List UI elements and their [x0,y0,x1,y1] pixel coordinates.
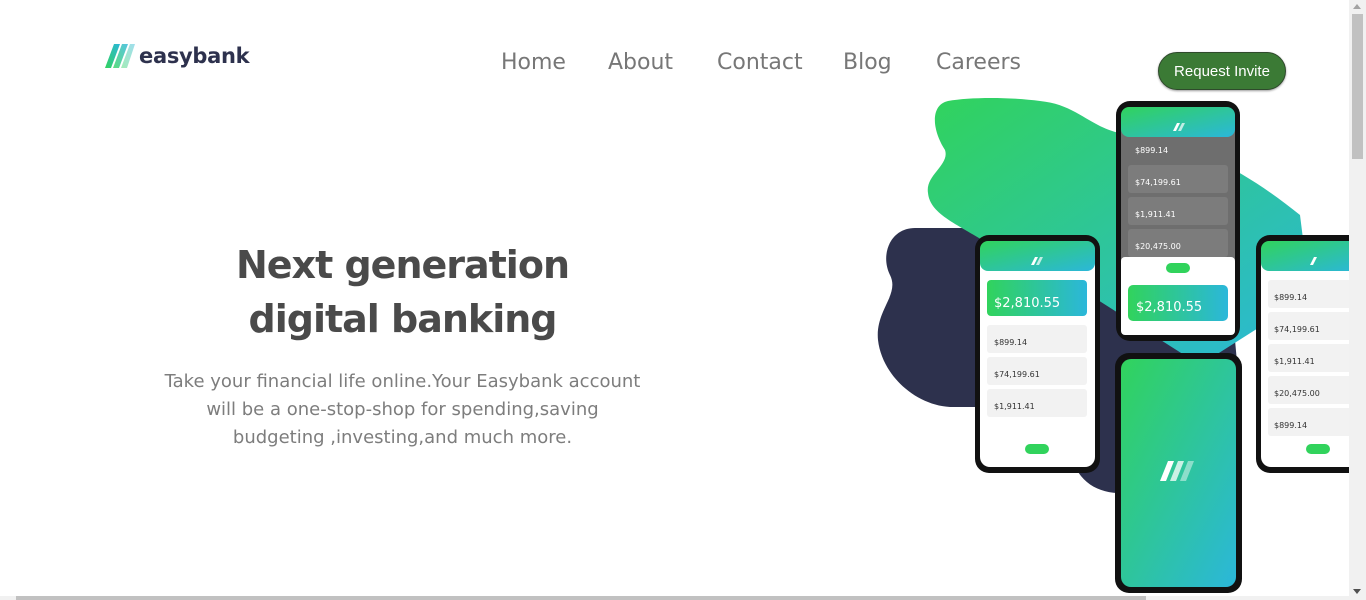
hero-title-line-2: digital banking [248,297,558,341]
svg-text:$2,810.55: $2,810.55 [994,296,1060,311]
nav-link-home[interactable]: Home [501,50,566,75]
phone-left: $2,810.55 $899.14 $74,199.61 $1,911.41 [975,235,1100,473]
svg-text:$1,911.41: $1,911.41 [994,402,1035,411]
nav-link-about[interactable]: About [608,50,673,75]
svg-text:$20,475.00: $20,475.00 [1135,242,1181,251]
nav-link-careers[interactable]: Careers [936,50,1021,75]
svg-text:$899.14: $899.14 [994,338,1027,347]
nav-link-blog[interactable]: Blog [843,50,892,75]
svg-text:$74,199.61: $74,199.61 [1135,178,1181,187]
hero-subtitle: Take your financial life online.Your Eas… [140,368,665,452]
scrollbar-thumb[interactable] [1352,14,1363,159]
svg-text:$2,810.55: $2,810.55 [1136,300,1202,315]
phone-bottom [1115,353,1242,593]
svg-text:$899.14: $899.14 [1274,293,1307,302]
svg-text:$899.14: $899.14 [1274,421,1307,430]
horizontal-scrollbar[interactable] [0,596,1349,600]
hero-subtitle-line-1: Take your financial life online.Your Eas… [164,371,641,392]
hero-subtitle-line-2: will be a one-stop-shop for spending,sav… [206,399,599,420]
svg-text:$1,911.41: $1,911.41 [1135,210,1176,219]
horizontal-scrollbar-thumb[interactable] [16,596,1146,600]
vertical-scrollbar[interactable] [1349,0,1366,600]
svg-text:$1,911.41: $1,911.41 [1274,357,1315,366]
request-invite-button[interactable]: Request Invite [1158,52,1286,90]
scroll-up-arrow-icon[interactable] [1353,4,1361,9]
phone-mockups-illustration: $74,199.61 $1,911.41 $20,475.00 $899.14 … [877,98,1350,593]
svg-text:$899.14: $899.14 [1135,146,1168,155]
hero-subtitle-line-3: budgeting ,investing,and much more. [232,427,573,448]
svg-text:$74,199.61: $74,199.61 [994,370,1040,379]
scroll-down-arrow-icon[interactable] [1353,589,1361,594]
hero-title-line-1: Next generation [235,243,570,287]
phone-right: $899.14 $74,199.61 $1,911.41 $20,475.00 … [1256,235,1350,473]
svg-text:$74,199.61: $74,199.61 [1274,325,1320,334]
hero-title: Next generation digital banking [170,238,635,346]
nav-link-contact[interactable]: Contact [717,50,803,75]
phone-top: $74,199.61 $1,911.41 $20,475.00 $899.14 … [1116,101,1240,341]
svg-text:$20,475.00: $20,475.00 [1274,389,1320,398]
